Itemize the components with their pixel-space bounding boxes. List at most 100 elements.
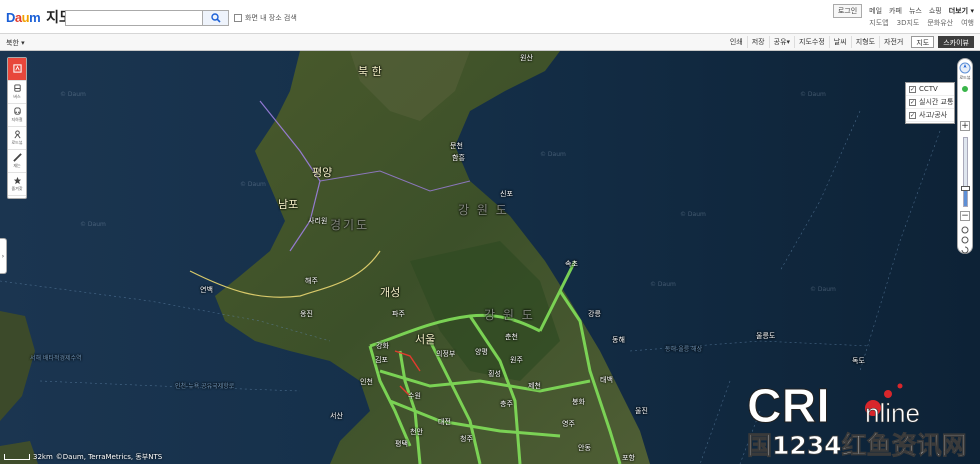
bus-icon [13, 84, 21, 92]
city-label: 포항 [622, 454, 635, 462]
bus-button[interactable]: 버스 [8, 81, 26, 104]
city-label: 원주 [510, 356, 523, 364]
nav-shopping[interactable]: 쇼핑 [929, 6, 942, 16]
city-label: 신포 [500, 190, 513, 198]
city-label: 속초 [565, 260, 578, 268]
city-label: 원산 [520, 54, 533, 62]
checkbox-checked-icon[interactable]: ✓ [909, 85, 916, 93]
scale-bar [4, 454, 30, 460]
city-label: 춘천 [505, 333, 518, 341]
label-gangwon-north: 강 원 도 [458, 203, 509, 217]
city-label: 의정부 [436, 350, 456, 358]
city-label: 해주 [305, 277, 318, 285]
search-input[interactable] [66, 11, 202, 25]
city-label: 독도 [852, 357, 865, 365]
city-label: 파주 [392, 310, 405, 318]
location-icon[interactable] [961, 226, 969, 234]
search-icon [210, 13, 221, 23]
brand-letter: u [21, 9, 30, 25]
region-label: 북한 [6, 39, 19, 47]
label-kaesong: 개성 [380, 286, 401, 299]
search-button[interactable] [202, 11, 228, 25]
header: Daum 지도 화면 내 장소 검색 로그인 메일 카페 뉴스 쇼핑 더보기 ▾ [0, 0, 980, 34]
nav-news[interactable]: 뉴스 [909, 6, 922, 16]
city-label: 함흥 [452, 154, 465, 162]
city-label: 봉화 [572, 398, 585, 406]
compass-icon[interactable] [958, 61, 972, 75]
cri-letters: CRI [747, 380, 830, 433]
overlay-option-cctv[interactable]: ✓ CCTV [906, 83, 954, 96]
zoom-out-button[interactable]: − [960, 211, 970, 221]
fullscreen-icon[interactable] [961, 236, 969, 244]
label-north-korea: 북 한 [358, 65, 382, 78]
cri-red-dot [897, 383, 903, 389]
city-label: 안동 [578, 444, 591, 452]
ruler-button[interactable]: 재는 [8, 150, 26, 173]
favorites-button[interactable]: 즐겨찾 [8, 173, 26, 196]
overlay-label: CCTV [919, 85, 938, 93]
subway-button[interactable]: 지하철 [8, 104, 26, 127]
checkbox-checked-icon[interactable]: ✓ [909, 111, 916, 119]
city-label: 사리원 [308, 217, 328, 225]
map-watermark: © Daum [810, 286, 836, 293]
sub-nav: 지도앱 3D지도 문화유산 여행 [869, 18, 974, 28]
label-pyongyang: 평양 [312, 166, 333, 179]
favorites-label: 즐겨찾 [11, 186, 23, 191]
city-label: 인천 [360, 378, 373, 386]
bicycle-button[interactable]: 자전거 [879, 36, 907, 48]
label-seoul: 서울 [415, 333, 436, 346]
brand-letter: a [14, 9, 22, 25]
refresh-icon[interactable] [961, 246, 969, 254]
traffic-toggle[interactable] [961, 85, 969, 93]
city-label: 서산 [330, 412, 343, 420]
region-selector[interactable]: 북한 ▾ [6, 38, 25, 48]
city-label: 영주 [562, 420, 575, 428]
in-view-search-option[interactable]: 화면 내 장소 검색 [234, 13, 297, 23]
overlay-option-live-traffic[interactable]: ✓ 실시간 교통 [906, 96, 954, 109]
subnav-travel[interactable]: 여행 [961, 18, 974, 28]
traffic-overlay-menu: ✓ CCTV ✓ 실시간 교통 ✓ 사고/공사 [905, 82, 955, 124]
nav-cafe[interactable]: 카페 [889, 6, 902, 16]
subnav-map-app[interactable]: 지도앱 [869, 18, 888, 28]
chevron-right-icon: › [1, 252, 5, 260]
checkbox-checked-icon[interactable]: ✓ [909, 98, 916, 106]
zoom-in-button[interactable]: + [960, 121, 970, 131]
city-label: 옹진 [300, 310, 313, 318]
login-button[interactable]: 로그인 [832, 4, 863, 18]
overlay-option-incidents[interactable]: ✓ 사고/공사 [906, 109, 954, 122]
map-type-skyview[interactable]: 스카이뷰 [938, 36, 974, 48]
route-button[interactable] [8, 58, 26, 81]
weather-button[interactable]: 날씨 [828, 36, 851, 48]
nav-more-label: 더보기 [948, 7, 969, 15]
save-button[interactable]: 저장 [746, 36, 769, 48]
city-label: 평택 [395, 440, 408, 448]
nav-more[interactable]: 더보기 ▾ [949, 6, 974, 16]
cri-online-watermark: CRI nline 国1234红鱼资讯网 [747, 380, 967, 461]
zoom-control: 로드뷰 + − [957, 58, 973, 254]
share-button[interactable]: 공유▾ [768, 36, 794, 48]
subnav-3d-map[interactable]: 3D지도 [897, 18, 920, 28]
daum-logo[interactable]: Daum 지도 [6, 8, 72, 27]
nav-mail[interactable]: 메일 [869, 6, 882, 16]
roadview-label: 로드뷰 [11, 140, 23, 145]
search-box [65, 10, 229, 26]
star-icon [13, 176, 21, 185]
city-label: 강화 [376, 342, 389, 350]
overlay-label: 실시간 교통 [919, 98, 954, 106]
zoom-slider[interactable] [961, 137, 970, 207]
brand-letter: D [6, 9, 15, 25]
side-panel-toggle[interactable]: › [0, 238, 7, 274]
checkbox-icon[interactable] [234, 14, 242, 22]
zoom-slider-handle[interactable] [961, 185, 970, 191]
map-type-map[interactable]: 지도 [911, 36, 935, 48]
label-nampo: 남포 [278, 198, 299, 211]
map-watermark: © Daum [240, 181, 266, 188]
map-tools-icons [961, 226, 969, 254]
city-label: 동해 [612, 336, 625, 344]
city-label: 강릉 [588, 310, 601, 318]
print-button[interactable]: 인쇄 [726, 36, 747, 48]
roadview-button[interactable]: 로드뷰 [8, 127, 26, 150]
subnav-heritage[interactable]: 문화유산 [927, 18, 953, 28]
terrain-button[interactable]: 지형도 [850, 36, 879, 48]
edit-map-button[interactable]: 지도수정 [794, 36, 829, 48]
